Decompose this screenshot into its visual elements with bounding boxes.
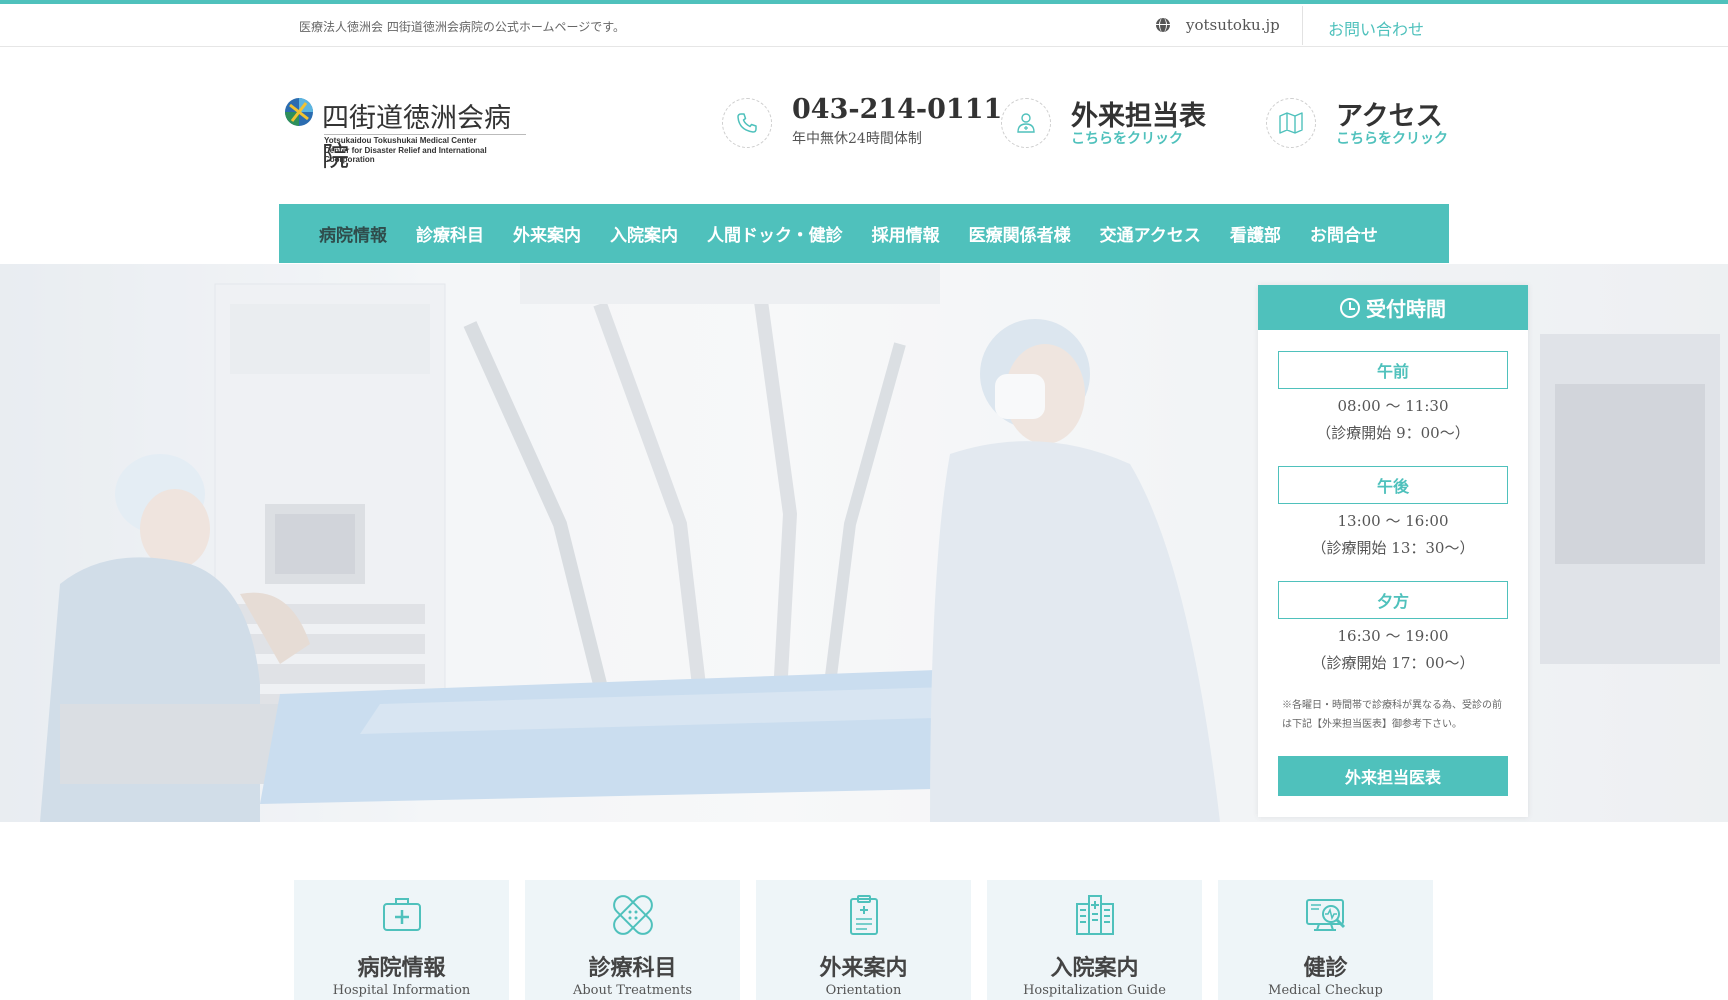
nav-hospital-info[interactable]: 病院情報 <box>319 221 387 246</box>
card-subtitle: Hospital Information <box>332 983 471 998</box>
phone-hours: 年中無休24時間体制 <box>792 131 922 147</box>
domain-text: yotsutoku.jp <box>1186 16 1280 34</box>
access-link[interactable]: こちらをクリック <box>1336 128 1448 148</box>
logo-divider <box>324 134 526 135</box>
slot-start: （診療開始 13：30～） <box>1311 539 1475 557</box>
card-hospital-info[interactable]: 病院情報 Hospital Information <box>294 880 509 1000</box>
utility-bar: 医療法人徳洲会 四街道徳洲会病院の公式ホームページです。 yotsutoku.j… <box>0 4 1728 47</box>
card-subtitle: Medical Checkup <box>1268 983 1383 998</box>
card-title: 入院案内 <box>1050 955 1139 981</box>
slot-time: 13:00 ～ 16:00 <box>1337 512 1449 530</box>
logo-mark-icon <box>285 98 313 126</box>
reception-note: ※各曜日・時間帯で診療科が異なる為、受診の前は下記【外来担当医表】御参考下さい。 <box>1282 700 1502 730</box>
nav-nursing[interactable]: 看護部 <box>1230 221 1281 246</box>
domain-link[interactable]: yotsutoku.jp <box>1156 16 1280 34</box>
card-subtitle: About Treatments <box>572 983 693 998</box>
logo-subtitle-en: Yotsukaidou Tokushukai Medical Center <box>324 136 477 145</box>
medical-kit-icon <box>383 898 421 931</box>
card-title: 外来案内 <box>819 955 908 981</box>
nav-outpatient[interactable]: 外来案内 <box>513 221 581 246</box>
card-inpatient[interactable]: 入院案内 Hospitalization Guide <box>987 880 1202 1000</box>
reception-title: 受付時間 <box>1366 297 1446 321</box>
slot-time: 08:00 ～ 11:30 <box>1337 397 1449 415</box>
nav-professionals[interactable]: 医療関係者様 <box>969 221 1071 246</box>
nav-inpatient[interactable]: 入院案内 <box>610 221 678 246</box>
globe-icon <box>1156 18 1170 32</box>
slot-time: 16:30 ～ 19:00 <box>1337 627 1449 645</box>
slot-label: 午前 <box>1278 351 1508 389</box>
map-icon <box>1266 98 1316 148</box>
clock-icon <box>1340 297 1360 318</box>
site-tagline: 医療法人徳洲会 四街道徳洲会病院の公式ホームページです。 <box>299 20 626 34</box>
nav-recruit[interactable]: 採用情報 <box>872 221 940 246</box>
nav-checkup[interactable]: 人間ドック・健診 <box>707 221 843 246</box>
card-outpatient[interactable]: 外来案内 Orientation <box>756 880 971 1000</box>
nav-departments[interactable]: 診療科目 <box>416 221 484 246</box>
card-subtitle: Hospitalization Guide <box>1023 983 1166 998</box>
hospital-building-icon <box>1076 895 1114 935</box>
hospital-logo[interactable]: 四街道徳洲会病院 Yotsukaidou Tokushukai Medical … <box>284 96 534 173</box>
nav-access[interactable]: 交通アクセス <box>1100 221 1201 246</box>
contact-link[interactable]: お問い合わせ <box>1328 16 1424 40</box>
slot-morning: 午前 08:00 ～ 11:30 （診療開始 9：00～） <box>1278 351 1508 443</box>
main-nav: 病院情報 診療科目 外来案内 入院案内 人間ドック・健診 採用情報 医療関係者様… <box>279 204 1449 263</box>
bandage-icon <box>613 895 653 935</box>
divider <box>1302 6 1303 45</box>
slot-label: 夕方 <box>1278 581 1508 619</box>
checkup-monitor-icon <box>1306 899 1346 931</box>
outpatient-schedule-button[interactable]: 外来担当医表 <box>1278 756 1508 796</box>
card-title: 病院情報 <box>357 955 446 981</box>
slot-start: （診療開始 17：00～） <box>1311 654 1475 672</box>
card-checkup[interactable]: 健診 Medical Checkup <box>1218 880 1433 1000</box>
reception-header: 受付時間 <box>1258 285 1528 330</box>
card-title: 健診 <box>1303 955 1348 981</box>
card-departments[interactable]: 診療科目 About Treatments <box>525 880 740 1000</box>
phone-icon <box>722 98 772 148</box>
doctor-icon <box>1001 98 1051 148</box>
clipboard-icon <box>850 895 878 935</box>
schedule-link[interactable]: こちらをクリック <box>1071 128 1183 148</box>
slot-label: 午後 <box>1278 466 1508 504</box>
feature-cards: 病院情報 Hospital Information 診療科目 About Tre… <box>294 880 1434 1000</box>
slot-start: （診療開始 9：00～） <box>1316 424 1470 442</box>
phone-number: 043-214-0111 <box>792 94 1003 125</box>
card-title: 診療科目 <box>588 955 677 981</box>
reception-hours-panel: 受付時間 午前 08:00 ～ 11:30 （診療開始 9：00～） 午後 13… <box>1258 285 1528 817</box>
slot-evening: 夕方 16:30 ～ 19:00 （診療開始 17：00～） <box>1278 581 1508 673</box>
card-subtitle: Orientation <box>825 983 902 998</box>
slot-afternoon: 午後 13:00 ～ 16:00 （診療開始 13：30～） <box>1278 466 1508 558</box>
nav-contact[interactable]: お問合せ <box>1310 221 1378 246</box>
logo-subtitle-en-2: Center for Disaster Relief and Internati… <box>324 146 487 164</box>
